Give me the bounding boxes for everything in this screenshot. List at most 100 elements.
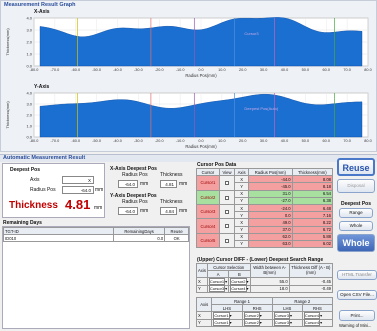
auto-result-title: Automatic Measurement Result bbox=[3, 155, 86, 161]
range-col-rhs: RHS bbox=[301, 304, 334, 313]
table-row: X Cursor1▾ Cursor2▾ 55.0 -0.45 bbox=[196, 277, 334, 286]
diff-width: 18.0 bbox=[249, 284, 290, 293]
y-tick-label: 3.0 bbox=[26, 102, 32, 107]
whole-small-button[interactable]: Whole bbox=[339, 221, 373, 231]
cursor-view-checkbox[interactable] bbox=[218, 189, 236, 205]
cursor-radius: 63.0 bbox=[248, 239, 293, 249]
x-tick-label: 10.0 bbox=[218, 139, 225, 143]
diff-a-select[interactable]: Cursor3▾ bbox=[206, 284, 230, 293]
cursor-axis: Y bbox=[234, 225, 250, 234]
deepest-title: Deepest Pos bbox=[10, 167, 41, 173]
cursor-name: Cursor1 bbox=[196, 175, 220, 191]
x-tick-label: 0.0 bbox=[198, 68, 203, 72]
remaining-reuse: OK bbox=[164, 234, 189, 243]
range2-lhs-select[interactable]: Cursor3▾ bbox=[271, 318, 303, 327]
deepest-thickness-unit: mm bbox=[94, 205, 103, 211]
remaining-id: ID010 bbox=[3, 234, 114, 243]
y-deepest-radius-label: Radius Pos bbox=[122, 199, 148, 205]
reuse-button[interactable]: Reuse bbox=[337, 158, 375, 176]
cursor-view-checkbox[interactable] bbox=[218, 175, 236, 191]
range1-lhs-select[interactable]: Cursor1▾ bbox=[211, 311, 243, 320]
diff-col-width: Width between A-B(mm) bbox=[249, 262, 290, 279]
cursor-radius: -27.0 bbox=[248, 196, 293, 205]
x-tick-label: 30.0 bbox=[260, 68, 267, 72]
range-col-1: Range 1 bbox=[211, 296, 273, 306]
y-tick-label: 1.0 bbox=[26, 124, 32, 129]
range1-lhs-select[interactable]: Cursor1▾ bbox=[211, 318, 243, 327]
print-button[interactable]: Print... bbox=[339, 310, 375, 321]
open-csv-button[interactable]: Open CSV File... bbox=[337, 290, 377, 300]
y-deepest-thickness-label: Thickness bbox=[160, 199, 183, 205]
range2-rhs-select[interactable]: Cursor4▾ bbox=[301, 318, 334, 327]
diff-thickness: -0.45 bbox=[288, 277, 334, 286]
x-deepest-radius-unit: mm bbox=[140, 181, 149, 187]
y-deepest-thickness-unit: mm bbox=[179, 208, 188, 214]
table-row: Cursor3 X -24.0 6.48 bbox=[196, 203, 334, 220]
x-tick-label: -50.0 bbox=[92, 139, 101, 143]
cursor-thickness: 8.22 bbox=[291, 218, 334, 227]
disposal-button[interactable]: Disposal bbox=[337, 179, 375, 193]
graph-annotation: Deepest Pos(Auto) bbox=[244, 106, 278, 111]
range-button[interactable]: Range bbox=[339, 208, 373, 218]
diff-b-select[interactable]: Cursor2▾ bbox=[228, 277, 251, 286]
cursor-axis: X bbox=[234, 175, 250, 184]
deepest-pos-label: Deepest Pos bbox=[341, 201, 372, 207]
cursor-axis: X bbox=[234, 218, 250, 227]
html-transfer-button[interactable]: HTML Transfer bbox=[337, 270, 377, 280]
x-tick-label: 60.0 bbox=[323, 68, 330, 72]
cursor-thickness: 6.54 bbox=[291, 189, 334, 198]
diff-col-b: B bbox=[228, 270, 251, 279]
checkbox-icon bbox=[224, 210, 229, 215]
deepest-axis-label: Axis bbox=[30, 177, 40, 183]
deepest-radius-value: -64.0 bbox=[62, 186, 94, 194]
x-tick-label: -40.0 bbox=[113, 139, 122, 143]
graph-annotation: Cursor3 bbox=[244, 31, 259, 36]
x-deepest-thickness-value: 4.81 bbox=[160, 180, 177, 188]
checkbox-icon bbox=[224, 238, 229, 243]
remaining-col-days: RemainingDays bbox=[112, 226, 166, 236]
y-tick-label: 3.0 bbox=[26, 28, 32, 33]
x-deepest-thickness-label: Thickness bbox=[160, 172, 183, 178]
x-tick-label: -60.0 bbox=[71, 139, 80, 143]
cursor-col-radius: Radius Pos(mm) bbox=[248, 167, 293, 177]
cursor-col-axis: Axis bbox=[234, 167, 250, 177]
x-deepest-radius-value: -64.0 bbox=[118, 180, 138, 188]
y-axis-label: Thickness(mm) bbox=[5, 28, 10, 56]
whole-button[interactable]: Whole bbox=[337, 234, 375, 252]
cursor-view-checkbox[interactable] bbox=[218, 203, 236, 220]
x-deepest-thickness-unit: mm bbox=[179, 181, 188, 187]
range1-rhs-select[interactable]: Cursor2▾ bbox=[241, 311, 273, 320]
cursor-view-checkbox[interactable] bbox=[218, 218, 236, 234]
range2-rhs-select[interactable]: Cursor4▾ bbox=[301, 311, 334, 320]
diff-axis: X bbox=[196, 277, 208, 286]
x-tick-label: 20.0 bbox=[239, 139, 246, 143]
diff-col-thickness: Thickness Diff (A - B) (mm) bbox=[288, 262, 334, 279]
diff-b-select[interactable]: Cursor4▾ bbox=[228, 284, 251, 293]
cursor-radius: -44.0 bbox=[248, 175, 293, 184]
x-tick-label: 70.0 bbox=[343, 68, 350, 72]
cursor-name: Cursor3 bbox=[196, 203, 220, 220]
range-col-2: Range 2 bbox=[271, 296, 334, 306]
range1-rhs-select[interactable]: Cursor2▾ bbox=[241, 318, 273, 327]
x-axis-label: Radius Pos(mm) bbox=[185, 73, 217, 78]
diff-a-select[interactable]: Cursor1▾ bbox=[206, 277, 230, 286]
cursor-axis: X bbox=[234, 232, 250, 241]
cursor-thickness: 6.38 bbox=[291, 196, 334, 205]
x-tick-label: 50.0 bbox=[302, 68, 309, 72]
cursor-name: Cursor2 bbox=[196, 189, 220, 205]
range2-lhs-select[interactable]: Cursor3▾ bbox=[271, 311, 303, 320]
x-tick-label: 80.0 bbox=[364, 139, 371, 143]
table-row[interactable]: ID010 0.0 OK bbox=[3, 234, 189, 243]
range-col-rhs: RHS bbox=[241, 304, 273, 313]
cursor-thickness: 6.48 bbox=[291, 203, 334, 213]
x-tick-label: -60.0 bbox=[71, 68, 80, 72]
diff-col-a: A bbox=[206, 270, 230, 279]
diff-col-axis: Axis bbox=[196, 262, 208, 279]
y-deepest-thickness-value: 4.84 bbox=[160, 207, 177, 215]
cursor-thickness: 5.88 bbox=[291, 232, 334, 241]
x-tick-label: 50.0 bbox=[302, 139, 309, 143]
x-tick-label: -30.0 bbox=[134, 139, 143, 143]
cursor-col-view: View bbox=[218, 167, 236, 177]
x-tick-label: -30.0 bbox=[134, 68, 143, 72]
cursor-view-checkbox[interactable] bbox=[218, 232, 236, 249]
